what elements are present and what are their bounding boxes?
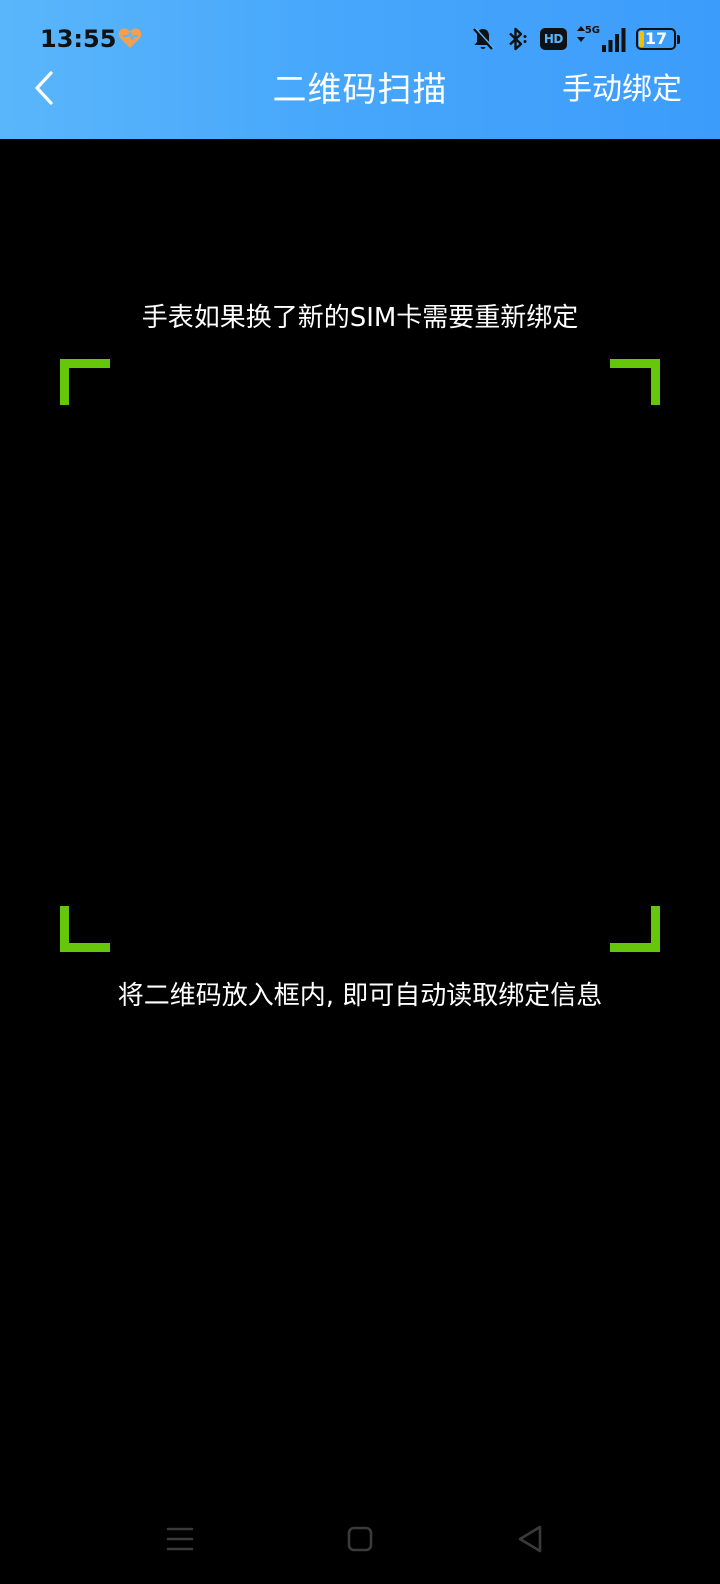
header: 13:55 HD 5G 17 二维码扫描 手动绑定	[0, 0, 720, 139]
menu-icon	[166, 1527, 194, 1551]
data-arrows-icon	[576, 26, 585, 42]
battery-fill	[639, 31, 644, 47]
bluetooth-icon	[508, 27, 527, 51]
network-type: 5G	[584, 25, 600, 36]
nav-menu-button[interactable]	[150, 1514, 210, 1564]
scan-frame	[60, 359, 660, 952]
manual-bind-button[interactable]: 手动绑定	[562, 70, 682, 110]
scan-instruction: 将二维码放入框内, 即可自动读取绑定信息	[117, 981, 603, 1011]
scan-corner-top-left	[60, 359, 110, 405]
home-square-icon	[347, 1526, 373, 1552]
nav-back-button[interactable]	[500, 1514, 560, 1564]
heart-icon	[118, 28, 142, 48]
back-triangle-icon	[518, 1525, 542, 1553]
signal-icon	[602, 28, 626, 52]
sim-rebind-hint: 手表如果换了新的SIM卡需要重新绑定	[141, 303, 579, 333]
battery-indicator: 17	[636, 28, 676, 50]
battery-level: 17	[644, 29, 668, 48]
navigation-bar	[0, 1494, 720, 1584]
scan-corner-top-right	[610, 359, 660, 405]
status-icons: HD 5G 17	[460, 24, 680, 54]
nav-home-button[interactable]	[330, 1514, 390, 1564]
scan-corner-bottom-left	[60, 906, 110, 952]
hd-badge: HD	[539, 28, 567, 50]
qr-scan-screen: 13:55 HD 5G 17 二维码扫描 手动绑定 手表如果换了新的SIM卡需要…	[0, 0, 720, 1584]
status-bar: 13:55 HD 5G 17	[0, 0, 720, 72]
battery-cap	[677, 34, 680, 44]
signal-group: 5G	[576, 25, 626, 52]
status-time: 13:55	[40, 25, 117, 53]
scan-corner-bottom-right	[610, 906, 660, 952]
bell-off-icon	[472, 27, 494, 50]
